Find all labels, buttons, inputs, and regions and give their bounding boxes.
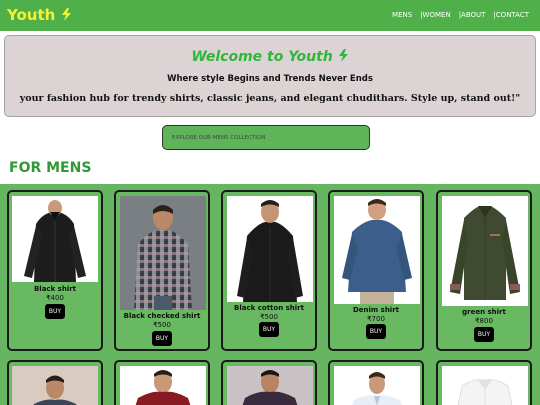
brand-logo[interactable]: Youth	[7, 6, 72, 24]
search-input[interactable]: EXPLORE OUR MENS COLLECTION	[162, 125, 370, 150]
product-price: ₹500	[260, 313, 278, 321]
product-card: Denim shirt ₹700 BUY	[328, 190, 424, 351]
hero-banner: Welcome to Youth Where style Begins and …	[4, 35, 536, 117]
product-card	[436, 360, 532, 405]
product-image[interactable]	[442, 196, 528, 306]
product-price: ₹400	[46, 294, 64, 302]
brand-name: Youth	[7, 6, 56, 24]
product-card: Black cotton shirt ₹500 BUY	[221, 190, 317, 351]
product-image[interactable]	[334, 366, 420, 405]
product-price: ₹800	[475, 317, 493, 325]
search-placeholder: EXPLORE OUR MENS COLLECTION	[172, 135, 266, 141]
product-card	[7, 360, 103, 405]
product-card: Black checked shirt ₹500 BUY	[114, 190, 210, 351]
product-image[interactable]	[12, 366, 98, 405]
product-price: ₹500	[153, 321, 171, 329]
product-image[interactable]	[227, 366, 313, 405]
buy-button[interactable]: BUY	[45, 304, 65, 319]
product-image[interactable]	[442, 366, 528, 405]
section-title: FOR MENS	[9, 160, 92, 176]
product-image[interactable]	[334, 196, 420, 304]
hero-title-row: Welcome to Youth	[5, 49, 535, 65]
product-image[interactable]	[120, 196, 206, 310]
buy-button[interactable]: BUY	[366, 324, 386, 339]
nav-mens[interactable]: MENS	[392, 11, 412, 20]
product-image[interactable]	[120, 366, 206, 405]
product-card	[221, 360, 317, 405]
product-name: Black checked shirt	[123, 312, 201, 320]
product-card: Black shirt ₹400 BUY	[7, 190, 103, 351]
product-image[interactable]	[12, 196, 98, 282]
buy-button[interactable]: BUY	[474, 327, 494, 342]
hero-title: Welcome to Youth	[191, 49, 333, 65]
product-name: Denim shirt	[352, 306, 400, 314]
nav-about[interactable]: |ABOUT	[459, 11, 486, 20]
nav-women[interactable]: |WOMEN	[420, 11, 451, 20]
lightning-icon	[338, 49, 348, 62]
product-card	[114, 360, 210, 405]
product-name: green shirt	[462, 308, 506, 316]
product-card	[328, 360, 424, 405]
buy-button[interactable]: BUY	[259, 322, 279, 337]
nav-links: MENS |WOMEN |ABOUT |CONTACT	[392, 11, 529, 20]
product-name: Black cotton shirt	[234, 304, 304, 312]
hero-tagline: your fashion hub for trendy shirts, clas…	[19, 93, 521, 104]
navbar: Youth MENS |WOMEN |ABOUT |CONTACT	[0, 0, 540, 31]
product-image[interactable]	[227, 196, 313, 302]
product-price: ₹700	[367, 315, 385, 323]
buy-button[interactable]: BUY	[152, 331, 172, 346]
hero-subtitle: Where style Begins and Trends Never Ends	[167, 74, 373, 84]
lightning-icon	[61, 8, 71, 21]
nav-contact[interactable]: |CONTACT	[493, 11, 529, 20]
product-card: green shirt ₹800 BUY	[436, 190, 532, 351]
product-name: Black shirt	[33, 285, 77, 293]
